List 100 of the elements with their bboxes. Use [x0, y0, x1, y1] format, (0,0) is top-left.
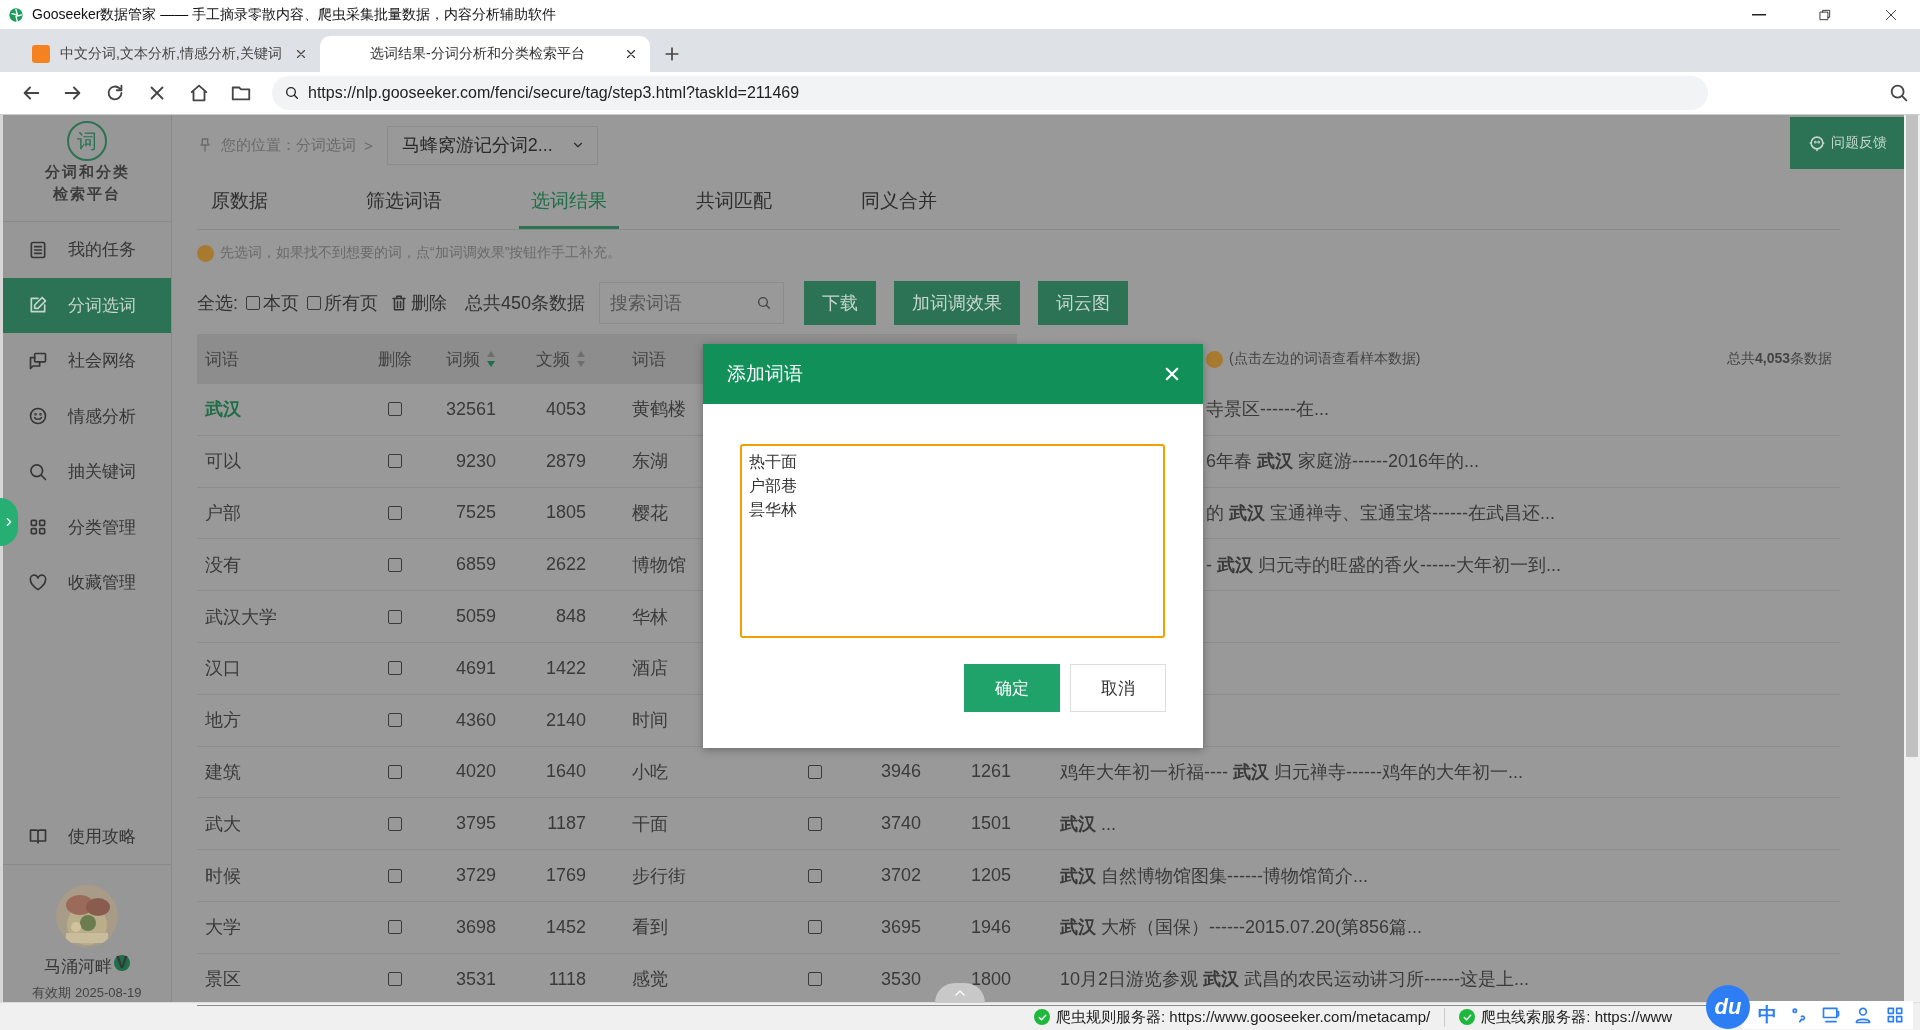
word-link[interactable]: 没有: [205, 552, 365, 577]
browser-tab[interactable]: 选词结果-分词分析和分类检索平台: [320, 36, 650, 72]
confirm-button[interactable]: 确定: [964, 664, 1060, 712]
monitor-icon: [1821, 1005, 1841, 1025]
sidebar-item[interactable]: 使用攻略: [3, 808, 171, 865]
tab[interactable]: 原数据: [189, 175, 289, 229]
checkbox[interactable]: [388, 402, 402, 417]
checkbox[interactable]: [246, 296, 260, 310]
sample-total: 总共4,053条数据: [1726, 350, 1832, 368]
browser-tab[interactable]: 中文分词,文本分析,情感分析,关键词: [20, 36, 320, 72]
checkbox[interactable]: [388, 506, 402, 520]
checkbox[interactable]: [808, 868, 822, 883]
word-link[interactable]: 可以: [205, 449, 365, 474]
validity-date: 有效期 2025-08-19: [32, 984, 142, 1002]
sample-text[interactable]: 武汉 大桥（国保）------2015.07.20(第856篇...: [1060, 915, 1423, 940]
sample-text[interactable]: 寺景区------在...: [1206, 397, 1329, 422]
checkbox[interactable]: [388, 609, 402, 624]
word-link[interactable]: 建筑: [205, 759, 365, 784]
word-link[interactable]: 步行街: [590, 863, 790, 888]
ime-mode[interactable]: 中: [1758, 1002, 1777, 1028]
sample-text[interactable]: 10月2日游览参观 武汉 武昌的农民运动讲习所------这是上...: [1060, 967, 1529, 992]
ime-logo[interactable]: du: [1706, 985, 1750, 1029]
table-cell-text: 1452: [544, 916, 587, 938]
tab[interactable]: 同义合并: [849, 175, 949, 229]
table-cell-text: 32561: [444, 398, 497, 420]
checkbox[interactable]: [388, 557, 402, 572]
checkbox[interactable]: [388, 816, 402, 831]
sidebar-item[interactable]: 分词选词: [3, 277, 171, 333]
sample-text[interactable]: 的 武汉 宝通禅寺、宝通宝塔------在武昌还...: [1206, 501, 1555, 525]
search-field[interactable]: 搜索词语: [599, 282, 785, 324]
sidebar-item[interactable]: 社会网络: [28, 349, 136, 373]
window-title: Gooseeker数据管家 —— 手工摘录零散内容、爬虫采集批量数据，内容分析辅助软件: [32, 5, 558, 24]
word-input[interactable]: 热干面 户部巷 昙华林: [740, 444, 1165, 638]
delete-link[interactable]: 删除: [411, 291, 447, 315]
checkbox[interactable]: [388, 713, 402, 728]
checkbox[interactable]: [388, 972, 402, 987]
word-link[interactable]: 汉口: [205, 656, 365, 681]
sample-text[interactable]: 6年春 武汉 家庭游------2016年的...: [1206, 449, 1480, 474]
action-button[interactable]: 下载: [804, 281, 877, 325]
word-link[interactable]: 景区: [205, 967, 365, 992]
tab[interactable]: 选词结果: [519, 175, 619, 229]
word-link[interactable]: 看到: [590, 915, 790, 940]
checkbox[interactable]: [388, 764, 402, 779]
checkbox[interactable]: [307, 296, 321, 310]
word-link[interactable]: 武大: [205, 811, 365, 836]
search-icon: [284, 85, 300, 101]
action-button[interactable]: 词云图: [1038, 281, 1129, 325]
breadcrumb-separator: >: [364, 136, 373, 154]
sample-text[interactable]: 鸡年大年初一祈福---- 武汉 归元禅寺------鸡年的大年初一...: [1060, 759, 1523, 784]
word-link[interactable]: 大学: [205, 915, 365, 940]
sample-text[interactable]: 武汉 ...: [1060, 811, 1116, 836]
table-cell-text: 2622: [544, 554, 587, 576]
scrollbar[interactable]: [1904, 115, 1920, 1002]
word-link[interactable]: 武汉: [205, 397, 365, 422]
status-text: 爬虫线索服务器: https://www: [1481, 1007, 1673, 1027]
word-link[interactable]: 小吃: [590, 759, 790, 784]
checkbox[interactable]: [388, 868, 402, 883]
address-bar[interactable]: https://nlp.gooseeker.com/fenci/secure/tag/step3.html?taskId=211469: [272, 76, 1708, 110]
action-button[interactable]: 加词调效果: [894, 281, 1021, 325]
checkbox[interactable]: [808, 764, 822, 779]
project-dropdown[interactable]: 马蜂窝游记分词2...: [386, 125, 598, 165]
word-link[interactable]: 户部: [205, 501, 365, 525]
sidebar-item[interactable]: 分类管理: [28, 515, 136, 539]
checkbox[interactable]: [808, 920, 822, 935]
table-cell-text: 3740: [879, 813, 922, 835]
cancel-button[interactable]: 取消: [1070, 664, 1166, 712]
sidebar-item[interactable]: 收藏管理: [28, 571, 136, 595]
total-count: 总共450条数据: [465, 292, 586, 315]
sample-text[interactable]: 武汉 自然博物馆图集------博物馆简介...: [1060, 863, 1368, 888]
table-cell-text: 3530: [879, 968, 922, 990]
tab[interactable]: 筛选词语: [354, 175, 454, 229]
column-header[interactable]: 文频: [536, 347, 570, 371]
sidebar-item[interactable]: 抽关键词: [28, 460, 136, 484]
checkbox[interactable]: [388, 661, 402, 676]
sample-text[interactable]: - 武汉 归元寺的旺盛的香火------大年初一到...: [1206, 552, 1561, 577]
word-link[interactable]: 时候: [205, 863, 365, 888]
feedback-button[interactable]: 问题反馈: [1790, 117, 1904, 169]
close-button[interactable]: [1163, 365, 1181, 383]
checkbox[interactable]: [388, 920, 402, 935]
tab[interactable]: 共词匹配: [684, 175, 784, 229]
restore-icon: [1818, 7, 1832, 22]
word-link[interactable]: 干面: [590, 811, 790, 836]
column-header[interactable]: 词频: [446, 347, 480, 371]
search-icon: [756, 295, 773, 311]
sidebar-item[interactable]: 情感分析: [28, 404, 136, 428]
sidebar-item[interactable]: 我的任务: [28, 238, 136, 262]
word-link[interactable]: 地方: [205, 708, 365, 733]
table-cell-text: 3531: [454, 968, 497, 990]
table-cell-text: 4020: [454, 761, 497, 783]
word-link[interactable]: 感觉: [590, 967, 790, 992]
word-link[interactable]: 武汉大学: [205, 604, 365, 629]
table-cell-text: 3795: [454, 813, 497, 835]
checkbox[interactable]: [388, 454, 402, 469]
table-cell-text: 1946: [969, 916, 1012, 938]
checkbox[interactable]: [808, 816, 822, 831]
back-to-top-button[interactable]: [935, 983, 985, 1003]
table-cell-text: 2879: [544, 450, 587, 472]
checkbox[interactable]: [808, 972, 822, 987]
app-title: 分词和分类: [44, 162, 130, 183]
chat-icon: [28, 350, 48, 371]
